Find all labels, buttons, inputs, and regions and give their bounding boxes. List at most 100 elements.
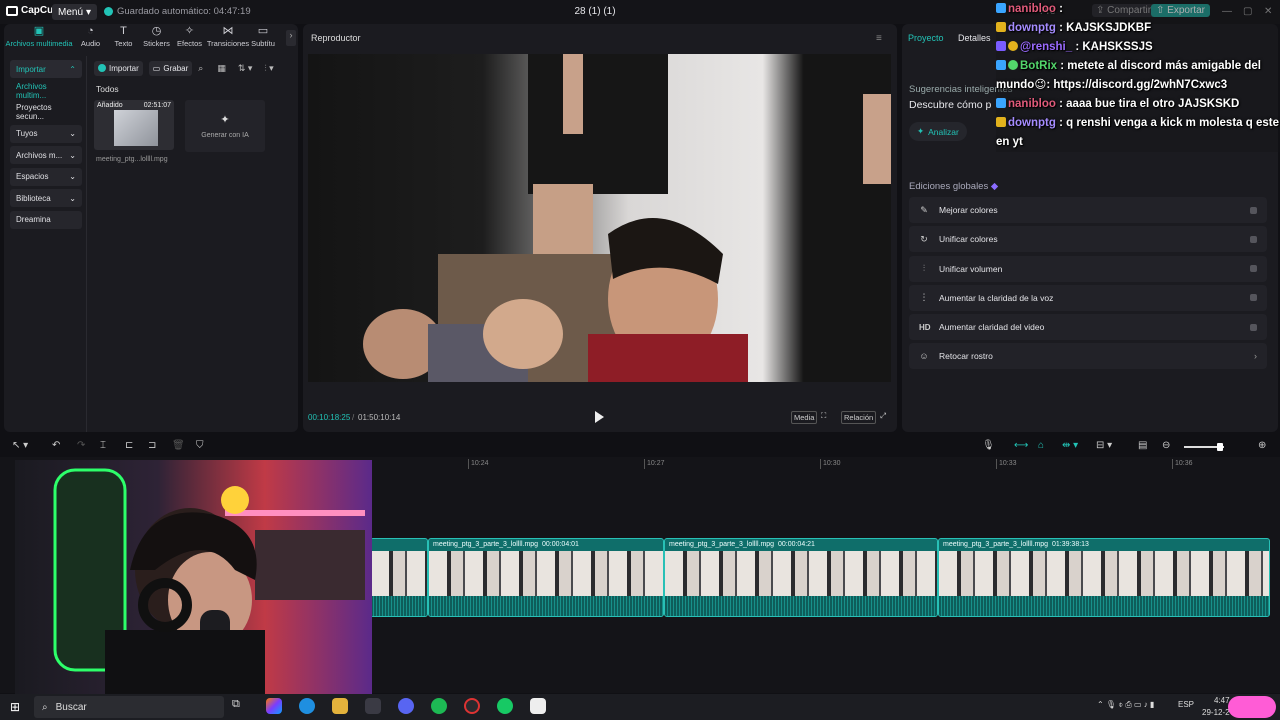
player-menu-icon[interactable]: ≡	[876, 33, 882, 44]
play-icon[interactable]	[594, 411, 604, 423]
task-view-icon[interactable]: ⧉	[232, 698, 248, 714]
filter-icon[interactable]: ⫶ ▾	[264, 63, 273, 74]
zoom-in-icon[interactable]: ⊕	[1258, 440, 1266, 451]
grid-view-icon[interactable]: ▦	[217, 63, 226, 74]
side-nav: Importar ⌃ Archivos multim... Proyectos s…	[10, 60, 82, 232]
tab-details[interactable]: Detalles	[958, 33, 991, 43]
clip-name: meeting_ptg_3_parte_3_lollll.mpg	[669, 541, 775, 548]
microphone-icon[interactable]: 🎙	[982, 440, 995, 451]
tab-project[interactable]: Proyecto	[908, 33, 944, 43]
redo-icon[interactable]: ↷	[77, 440, 85, 451]
tab-transitions[interactable]: ⋈ Transiciones	[206, 26, 250, 52]
side-item-subprojects[interactable]: Proyectos secun...	[10, 103, 82, 121]
sort-icon[interactable]: ⇅ ▾	[238, 63, 253, 74]
link-icon[interactable]: ⟷	[1014, 440, 1028, 451]
magnet-icon[interactable]: ⌂	[1038, 440, 1044, 451]
chevron-right-icon[interactable]: ›	[286, 30, 296, 46]
side-item-media[interactable]: Archivos multim...	[10, 82, 82, 100]
record-button[interactable]: ▭ Grabar	[148, 60, 193, 76]
chevron-up-icon: ⌃	[69, 64, 76, 74]
fullscreen-icon[interactable]: ⤢	[880, 411, 886, 421]
trim-right-icon[interactable]: ⊐	[148, 440, 156, 451]
clip-label: meeting_ptg_3_parte_3_lollll.mpg 00:00:0…	[669, 541, 815, 548]
preview-axis-icon[interactable]: ⊟ ▾	[1096, 440, 1112, 451]
snap-icon[interactable]: ⇹ ▾	[1062, 440, 1078, 451]
audio-icon: ◔	[87, 25, 94, 37]
undo-icon[interactable]: ↶	[52, 440, 60, 451]
timeline-clip[interactable]: meeting_ptg_3_parte_3_lollll.mpg 00:00:0…	[664, 538, 938, 617]
caption-icon[interactable]: ▤	[1138, 440, 1147, 451]
side-item-files[interactable]: Archivos m... ⌄	[10, 146, 82, 164]
side-item-import[interactable]: Importar ⌃	[10, 60, 82, 78]
timeline-clip[interactable]	[370, 538, 428, 617]
tab-text[interactable]: T Texto	[107, 26, 140, 52]
media-button[interactable]: Media	[791, 411, 818, 424]
generate-ai-button[interactable]: ✦ Generar con IA	[185, 100, 265, 152]
edit-enhance-colors[interactable]: ✎ Mejorar colores	[909, 197, 1267, 223]
edit-unify-colors[interactable]: ↻ Unificar colores	[909, 226, 1267, 253]
zoom-slider-handle[interactable]	[1217, 443, 1223, 451]
video-preview[interactable]	[308, 54, 891, 382]
streaming-app-icon[interactable]	[497, 698, 513, 714]
file-explorer-icon[interactable]	[332, 698, 348, 714]
side-item-dreamina[interactable]: Dreamina	[10, 210, 82, 229]
tab-subtitles[interactable]: ▭ Subtítu	[250, 26, 276, 52]
media-label: Media	[794, 413, 815, 422]
import-button[interactable]: Importar	[94, 60, 143, 76]
toggle[interactable]	[1250, 323, 1257, 331]
timeline-clip[interactable]: meeting_ptg_3_parte_3_lollll.mpg 00:00:0…	[428, 538, 664, 617]
tab-audio[interactable]: ◔ Audio	[74, 26, 107, 52]
clock-time[interactable]: 4:47	[1214, 696, 1230, 705]
edit-face-retouch[interactable]: ☺ Retocar rostro ›	[909, 343, 1267, 370]
split-icon[interactable]: ⌶	[100, 440, 106, 451]
side-item-yours[interactable]: Tuyos ⌄	[10, 124, 82, 143]
tab-effects[interactable]: ✧ Efectos	[173, 26, 206, 52]
zoom-out-icon[interactable]: ⊖	[1162, 440, 1170, 451]
edit-video-clarity[interactable]: HD Aumentar claridad del video	[909, 314, 1267, 341]
chat-message: nanibloo :	[996, 0, 1280, 19]
edit-unify-volume[interactable]: ⫶ Unificar volumen	[909, 255, 1267, 282]
tray-icons[interactable]: ⌃ 🎙 ⌽ ⎙ ▭ ♪ ▮	[1097, 700, 1154, 710]
chat-message: @renshi_ : KAHSKSSJS	[996, 38, 1280, 57]
store-icon[interactable]	[365, 698, 381, 714]
clock-date[interactable]: 29-12-2	[1202, 708, 1230, 717]
trim-left-icon[interactable]: ⊏	[125, 440, 133, 451]
taskbar-search[interactable]: ⌕ Buscar	[34, 696, 224, 718]
import-label: Importar	[109, 63, 139, 73]
side-item-label: Espacios	[16, 172, 49, 181]
side-item-spaces[interactable]: Espacios ⌄	[10, 167, 82, 186]
voice-clarity-icon: ⋮	[919, 292, 929, 303]
toggle[interactable]	[1250, 235, 1257, 243]
select-tool-icon[interactable]: ↖ ▾	[12, 440, 28, 451]
discord-icon[interactable]	[398, 698, 414, 714]
media-thumbnail[interactable]: Añadido 02:51:07	[94, 100, 174, 150]
toggle[interactable]	[1250, 265, 1257, 273]
toggle[interactable]	[1250, 206, 1257, 214]
fit-icon[interactable]: ⛶	[821, 411, 826, 421]
copilot-icon[interactable]	[266, 698, 282, 714]
edit-voice-clarity[interactable]: ⋮ Aumentar la claridad de la voz	[909, 284, 1267, 311]
chevron-down-icon: ⌄	[69, 150, 76, 160]
menu-button[interactable]: Menú ▾	[52, 4, 98, 20]
tab-stickers[interactable]: ◷ Stickers	[140, 26, 173, 52]
timeline-clip[interactable]: meeting_ptg_3_parte_3_lollll.mpg 01:39:3…	[938, 538, 1270, 617]
face-retouch-icon: ☺	[919, 351, 929, 362]
language-indicator[interactable]: ESP	[1178, 700, 1194, 709]
windows-start-icon[interactable]: ⊞	[10, 700, 20, 714]
clip-frames	[665, 551, 937, 597]
ratio-button[interactable]: Relación	[841, 411, 877, 424]
obs-icon[interactable]	[464, 698, 480, 714]
subtitle-icon: ▭	[257, 26, 269, 37]
capcut-icon[interactable]	[530, 698, 546, 714]
delete-icon[interactable]: 🗑	[172, 440, 185, 451]
tab-media[interactable]: ▣ Archivos multimedia	[4, 26, 74, 52]
edge-icon[interactable]	[299, 698, 315, 714]
side-item-library[interactable]: Biblioteca ⌄	[10, 189, 82, 207]
shield-icon[interactable]: ⛉	[196, 440, 204, 451]
spotify-icon[interactable]	[431, 698, 447, 714]
side-item-label: Dreamina	[16, 215, 51, 224]
search-icon[interactable]: ⌕	[198, 63, 203, 74]
analyze-button[interactable]: ✦ Analizar	[909, 122, 967, 141]
tab-label: Transiciones	[206, 39, 250, 48]
toggle[interactable]	[1250, 294, 1257, 302]
